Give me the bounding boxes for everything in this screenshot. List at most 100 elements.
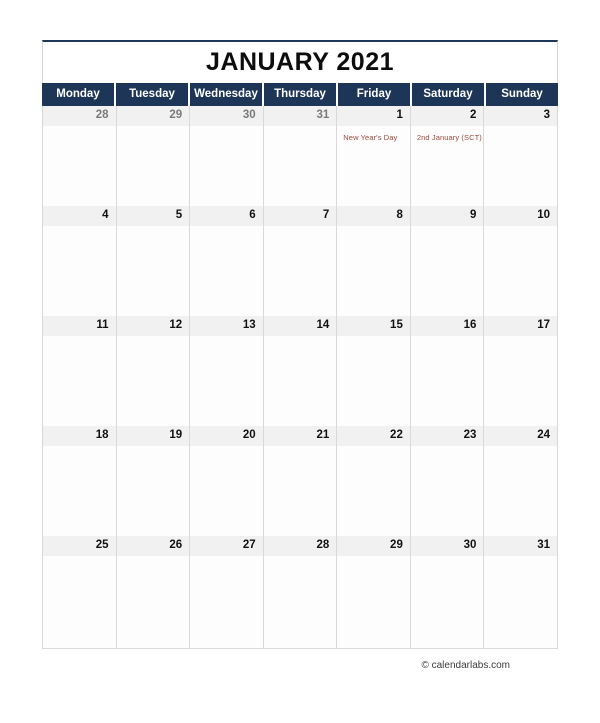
day-events-area[interactable]	[116, 226, 190, 316]
day-cell[interactable]: 29	[116, 106, 191, 206]
weekday-header-row: Monday Tuesday Wednesday Thursday Friday Satu…	[42, 82, 558, 106]
day-events-area[interactable]	[116, 556, 190, 648]
day-number: 19	[116, 426, 190, 446]
day-cell[interactable]: 26	[116, 536, 191, 648]
day-cell[interactable]: 28	[263, 536, 338, 648]
day-cell[interactable]: 16	[410, 316, 485, 426]
day-cell[interactable]: 13	[190, 316, 264, 426]
day-cell[interactable]: 28	[43, 106, 117, 206]
day-events-area[interactable]	[484, 226, 557, 316]
day-events-area[interactable]	[190, 126, 263, 206]
page-title: JANUARY 2021	[205, 47, 395, 76]
day-events-area[interactable]	[337, 226, 410, 316]
weekday-header-sunday: Sunday	[486, 83, 558, 106]
day-cell[interactable]: 4	[43, 206, 117, 316]
weekday-header-tuesday: Tuesday	[116, 83, 188, 106]
day-cell[interactable]: 1 New Year's Day	[337, 106, 411, 206]
event-label: New Year's Day	[343, 133, 398, 142]
day-number: 15	[337, 316, 410, 336]
day-events-area[interactable]	[43, 226, 116, 316]
day-cell[interactable]: 10	[484, 206, 558, 316]
day-events-area[interactable]	[410, 446, 484, 536]
day-events-area[interactable]	[116, 126, 190, 206]
day-cell[interactable]: 9	[410, 206, 485, 316]
day-events-area[interactable]	[484, 556, 557, 648]
day-cell[interactable]: 30	[190, 106, 264, 206]
copyright-label: © calendarlabs.com	[421, 660, 510, 671]
day-events-area[interactable]	[484, 126, 557, 206]
day-events-area[interactable]: 2nd January (SCT)	[410, 126, 484, 206]
day-events-area[interactable]	[263, 126, 337, 206]
day-cell[interactable]: 20	[190, 426, 264, 536]
day-cell[interactable]: 3	[484, 106, 558, 206]
day-events-area[interactable]	[410, 336, 484, 426]
week-row: 4 5 6 7 8 9 10	[43, 206, 558, 316]
day-events-area[interactable]	[43, 336, 116, 426]
day-cell[interactable]: 8	[337, 206, 411, 316]
day-events-area[interactable]	[337, 446, 410, 536]
day-number: 28	[43, 106, 116, 126]
day-events-area[interactable]	[410, 556, 484, 648]
day-cell[interactable]: 25	[43, 536, 117, 648]
day-number: 5	[116, 206, 190, 226]
day-cell[interactable]: 23	[410, 426, 485, 536]
day-cell[interactable]: 30	[410, 536, 485, 648]
day-cell[interactable]: 2 2nd January (SCT)	[410, 106, 485, 206]
day-cell[interactable]: 31	[263, 106, 338, 206]
day-number: 30	[410, 536, 484, 556]
day-number: 7	[263, 206, 337, 226]
day-cell[interactable]: 17	[484, 316, 558, 426]
day-events-area[interactable]	[484, 336, 557, 426]
day-number: 13	[190, 316, 263, 336]
day-number: 31	[263, 106, 337, 126]
day-events-area[interactable]	[263, 336, 337, 426]
day-number: 22	[337, 426, 410, 446]
day-cell[interactable]: 24	[484, 426, 558, 536]
weeks-grid: 28 29 30 31 1 New Year's Day 2 2nd January (SCT…	[42, 106, 558, 649]
day-cell[interactable]: 31	[484, 536, 558, 648]
calendar-title-bar: JANUARY 2021	[42, 40, 558, 82]
day-cell[interactable]: 19	[116, 426, 191, 536]
day-number: 20	[190, 426, 263, 446]
day-number: 21	[263, 426, 337, 446]
day-events-area[interactable]	[484, 446, 557, 536]
day-events-area[interactable]: New Year's Day	[337, 126, 410, 206]
day-events-area[interactable]	[263, 556, 337, 648]
day-cell[interactable]: 12	[116, 316, 191, 426]
day-events-area[interactable]	[43, 556, 116, 648]
day-events-area[interactable]	[116, 336, 190, 426]
day-number: 14	[263, 316, 337, 336]
day-events-area[interactable]	[190, 556, 263, 648]
day-events-area[interactable]	[263, 226, 337, 316]
week-row: 28 29 30 31 1 New Year's Day 2 2nd January (SCT…	[43, 106, 558, 206]
day-number: 8	[337, 206, 410, 226]
day-events-area[interactable]	[190, 336, 263, 426]
day-events-area[interactable]	[337, 556, 410, 648]
day-events-area[interactable]	[190, 446, 263, 536]
day-cell[interactable]: 22	[337, 426, 411, 536]
day-events-area[interactable]	[43, 126, 116, 206]
day-cell[interactable]: 14	[263, 316, 338, 426]
day-cell[interactable]: 18	[43, 426, 117, 536]
day-number: 3	[484, 106, 557, 126]
day-cell[interactable]: 21	[263, 426, 338, 536]
day-events-area[interactable]	[190, 226, 263, 316]
day-cell[interactable]: 29	[337, 536, 411, 648]
day-events-area[interactable]	[263, 446, 337, 536]
day-number: 1	[337, 106, 410, 126]
day-events-area[interactable]	[337, 336, 410, 426]
day-number: 28	[263, 536, 337, 556]
day-number: 17	[484, 316, 557, 336]
day-cell[interactable]: 15	[337, 316, 411, 426]
week-row: 25 26 27 28 29 30 31	[43, 536, 558, 648]
day-cell[interactable]: 7	[263, 206, 338, 316]
day-cell[interactable]: 5	[116, 206, 191, 316]
day-events-area[interactable]	[116, 446, 190, 536]
day-cell[interactable]: 11	[43, 316, 117, 426]
day-cell[interactable]: 27	[190, 536, 264, 648]
day-number: 6	[190, 206, 263, 226]
day-events-area[interactable]	[410, 226, 484, 316]
day-events-area[interactable]	[43, 446, 116, 536]
day-cell[interactable]: 6	[190, 206, 264, 316]
day-number: 26	[116, 536, 190, 556]
